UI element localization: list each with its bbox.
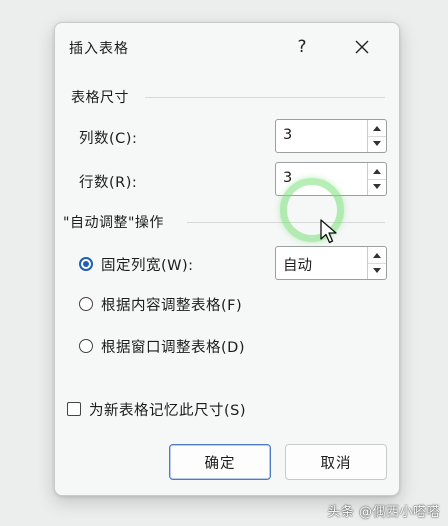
remember-size-label[interactable]: 为新表格记忆此尺寸(S) — [89, 399, 246, 420]
spinner-arrows — [367, 120, 386, 152]
autofit-window-radio[interactable] — [79, 339, 93, 353]
autofit-window-label[interactable]: 根据窗口调整表格(D) — [101, 336, 245, 357]
fixed-width-value[interactable]: 自动 — [283, 254, 312, 275]
cancel-button[interactable]: 取消 — [285, 444, 387, 480]
columns-decrement-button[interactable] — [368, 136, 386, 152]
chevron-down-icon — [373, 141, 381, 146]
fixed-width-radio[interactable] — [79, 257, 93, 271]
fixed-width-spinner[interactable]: 自动 — [275, 246, 387, 280]
chevron-up-icon — [373, 126, 381, 131]
watermark: 头条 @偶西小嗒嗒 — [327, 505, 440, 520]
chevron-down-icon — [373, 268, 381, 273]
autofit-contents-label[interactable]: 根据内容调整表格(F) — [101, 294, 242, 315]
chevron-up-icon — [373, 169, 381, 174]
rows-label: 行数(R): — [79, 175, 138, 191]
spinner-arrows — [367, 247, 386, 279]
spinner-arrows — [367, 163, 386, 195]
rows-decrement-button[interactable] — [368, 179, 386, 195]
autofit-contents-radio[interactable] — [79, 297, 93, 311]
close-icon — [355, 40, 369, 54]
section-divider — [145, 97, 385, 98]
close-button[interactable] — [347, 33, 377, 61]
screenshot-stage: 插入表格 ? 表格尺寸 列数(C): 3 行数(R): 3 "自动调整"操作 固… — [0, 0, 448, 526]
fixed-width-increment-button[interactable] — [368, 247, 386, 264]
dialog-title: 插入表格 — [69, 41, 129, 57]
columns-increment-button[interactable] — [368, 120, 386, 137]
autofit-section-label: "自动调整"操作 — [63, 215, 164, 231]
mouse-cursor-icon — [320, 219, 337, 244]
help-button[interactable]: ? — [287, 33, 317, 61]
rows-increment-button[interactable] — [368, 163, 386, 180]
table-size-section-label: 表格尺寸 — [71, 90, 129, 106]
columns-value[interactable]: 3 — [283, 127, 292, 143]
columns-spinner[interactable]: 3 — [275, 119, 387, 153]
rows-value[interactable]: 3 — [283, 170, 292, 186]
fixed-width-label[interactable]: 固定列宽(W): — [101, 254, 194, 275]
chevron-down-icon — [373, 184, 381, 189]
remember-size-checkbox[interactable] — [67, 402, 81, 416]
chevron-up-icon — [373, 253, 381, 258]
columns-label: 列数(C): — [79, 131, 138, 147]
ok-button[interactable]: 确定 — [169, 444, 271, 480]
insert-table-dialog: 插入表格 ? 表格尺寸 列数(C): 3 行数(R): 3 "自动调整"操作 固… — [54, 22, 400, 496]
fixed-width-decrement-button[interactable] — [368, 263, 386, 279]
